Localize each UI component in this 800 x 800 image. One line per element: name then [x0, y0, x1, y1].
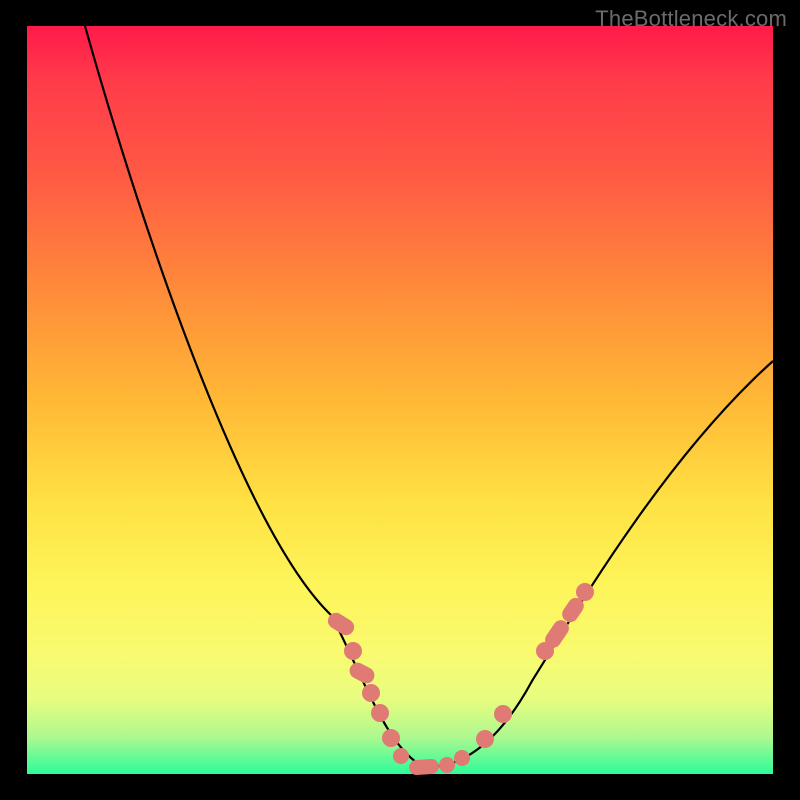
data-marker: [454, 750, 470, 766]
chart-svg: [27, 26, 773, 774]
data-marker: [393, 748, 409, 764]
data-marker: [382, 729, 400, 747]
data-marker: [409, 758, 440, 775]
data-marker: [576, 583, 594, 601]
data-marker: [347, 660, 377, 686]
data-marker: [439, 757, 455, 773]
data-marker: [494, 705, 512, 723]
curve-path: [85, 26, 773, 767]
data-marker: [476, 730, 494, 748]
data-marker: [371, 704, 389, 722]
chart-plot-area: [27, 26, 773, 774]
marker-group: [325, 583, 594, 776]
data-marker: [362, 684, 380, 702]
data-marker: [344, 642, 362, 660]
